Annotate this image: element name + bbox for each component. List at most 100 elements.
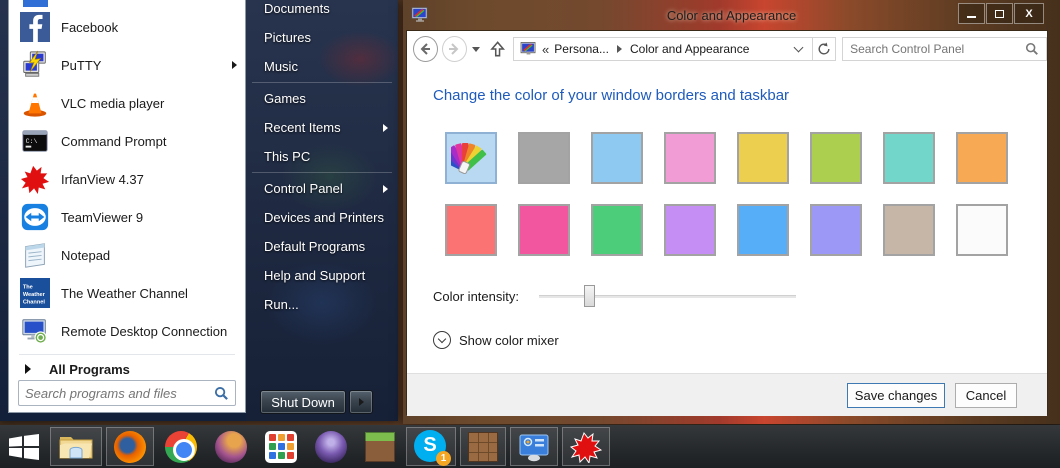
maximize-button[interactable] bbox=[986, 3, 1013, 24]
color-intensity-label: Color intensity: bbox=[433, 288, 519, 304]
start-menu-item-documents[interactable]: Documents bbox=[246, 0, 398, 23]
swatch-pink[interactable] bbox=[664, 132, 716, 184]
expander-icon[interactable] bbox=[433, 331, 451, 349]
back-button[interactable] bbox=[413, 36, 438, 62]
swatch-blue[interactable] bbox=[737, 204, 789, 256]
up-button[interactable] bbox=[490, 40, 505, 58]
places-label: Games bbox=[264, 91, 306, 106]
address-bar[interactable]: « Persona... Color and Appearance bbox=[513, 37, 814, 61]
places-label: Pictures bbox=[264, 30, 311, 45]
pale-moon-icon bbox=[215, 430, 247, 463]
start-menu-item-putty[interactable]: PuTTY bbox=[9, 46, 245, 84]
swatch-periwinkle[interactable] bbox=[810, 204, 862, 256]
taskbar-item-app-grid[interactable] bbox=[258, 427, 304, 466]
start-menu-item-default-programs[interactable]: Default Programs bbox=[246, 232, 398, 261]
firefox-icon bbox=[114, 430, 146, 463]
minimize-button[interactable] bbox=[958, 3, 985, 24]
start-menu-item-command-prompt[interactable]: C:\ Command Prompt bbox=[9, 122, 245, 160]
taskbar-item-display-settings[interactable] bbox=[510, 427, 558, 466]
start-menu-item-remote-desktop[interactable]: Remote Desktop Connection bbox=[9, 312, 245, 350]
irfanview-icon bbox=[570, 431, 602, 463]
taskbar-item-pale-moon[interactable] bbox=[208, 427, 254, 466]
start-menu-item-devices-printers[interactable]: Devices and Printers bbox=[246, 203, 398, 232]
remote-desktop-icon bbox=[19, 315, 51, 347]
swatch-orange[interactable] bbox=[956, 132, 1008, 184]
display-settings-icon bbox=[519, 434, 549, 461]
teamviewer-icon bbox=[19, 201, 51, 233]
start-menu-item-label: Notepad bbox=[61, 247, 111, 263]
start-menu-item-irfanview[interactable]: IrfanView 4.37 bbox=[9, 160, 245, 198]
grid-dot bbox=[277, 434, 285, 441]
start-menu-item-help-support[interactable]: Help and Support bbox=[246, 261, 398, 290]
save-changes-button[interactable]: Save changes bbox=[847, 383, 945, 408]
windows-logo-icon bbox=[9, 433, 39, 460]
swatch-automatic[interactable] bbox=[445, 132, 497, 184]
swatch-magenta[interactable] bbox=[518, 204, 570, 256]
minecraft-grass-icon bbox=[365, 431, 395, 462]
places-label: Run... bbox=[264, 297, 299, 312]
grid-dot bbox=[277, 443, 285, 450]
swatch-tan[interactable] bbox=[883, 204, 935, 256]
start-menu-item-label: VLC media player bbox=[61, 95, 165, 111]
start-menu-item-vlc[interactable]: VLC media player bbox=[9, 84, 245, 122]
control-panel-search-input[interactable] bbox=[850, 42, 1025, 56]
start-menu-item-pictures[interactable]: Pictures bbox=[246, 23, 398, 52]
taskbar-item-chrome[interactable] bbox=[158, 427, 204, 466]
swatch-salmon[interactable] bbox=[445, 204, 497, 256]
breadcrumb-parent[interactable]: Persona... bbox=[554, 42, 609, 56]
swatch-row-2 bbox=[445, 204, 1029, 256]
taskbar-item-crafting-table[interactable] bbox=[460, 427, 506, 466]
shut-down-button[interactable]: Shut Down bbox=[260, 390, 346, 414]
breadcrumb-overflow[interactable]: « bbox=[542, 42, 549, 57]
swatch-light-purple[interactable] bbox=[664, 204, 716, 256]
shut-down-arrow-icon bbox=[358, 398, 364, 406]
start-menu-item-games[interactable]: Games bbox=[246, 84, 398, 113]
close-button[interactable]: X bbox=[1014, 3, 1044, 24]
shut-down-options-button[interactable] bbox=[349, 390, 373, 414]
slider-thumb[interactable] bbox=[583, 285, 595, 307]
taskbar-item-minecraft[interactable] bbox=[358, 427, 402, 466]
app-grid-icon bbox=[265, 430, 297, 463]
grid-dot bbox=[286, 452, 294, 459]
start-menu-item-facebook[interactable]: Facebook bbox=[9, 8, 245, 46]
slider-track[interactable] bbox=[539, 295, 796, 298]
taskbar-item-skype[interactable]: S 1 bbox=[406, 427, 456, 466]
breadcrumb-current[interactable]: Color and Appearance bbox=[630, 42, 749, 56]
breadcrumb-separator-icon[interactable] bbox=[616, 45, 622, 53]
all-programs-item[interactable]: All Programs bbox=[9, 356, 245, 382]
start-menu-item-notepad[interactable]: Notepad bbox=[9, 236, 245, 274]
start-menu-item-run[interactable]: Run... bbox=[246, 290, 398, 319]
start-menu-item-recent-items[interactable]: Recent Items bbox=[246, 113, 398, 142]
start-menu-program-list: Facebook PuTTY VLC media player C:\ Comm… bbox=[9, 8, 245, 350]
color-intensity-slider[interactable] bbox=[539, 283, 796, 309]
svg-text:Channel: Channel bbox=[23, 299, 46, 305]
cancel-button[interactable]: Cancel bbox=[955, 383, 1017, 408]
taskbar: S 1 bbox=[0, 425, 1060, 468]
forward-button[interactable] bbox=[441, 36, 467, 62]
address-dropdown-icon[interactable] bbox=[793, 42, 804, 53]
start-menu-item-music[interactable]: Music bbox=[246, 52, 398, 81]
start-menu-item-control-panel[interactable]: Control Panel bbox=[246, 174, 398, 203]
start-button[interactable] bbox=[2, 425, 46, 468]
swatch-green-yellow[interactable] bbox=[810, 132, 862, 184]
start-search-box[interactable] bbox=[18, 380, 236, 406]
taskbar-item-file-explorer[interactable] bbox=[50, 427, 102, 466]
start-menu-item-this-pc[interactable]: This PC bbox=[246, 142, 398, 171]
control-panel-search-box[interactable] bbox=[842, 37, 1047, 61]
start-menu-item-teamviewer[interactable]: TeamViewer 9 bbox=[9, 198, 245, 236]
refresh-button[interactable] bbox=[813, 37, 837, 61]
swatch-teal[interactable] bbox=[883, 132, 935, 184]
swatch-gray[interactable] bbox=[518, 132, 570, 184]
swatch-light-blue[interactable] bbox=[591, 132, 643, 184]
swatch-green[interactable] bbox=[591, 204, 643, 256]
start-menu-item-weather-channel[interactable]: The Weather Channel The Weather Channel bbox=[9, 274, 245, 312]
taskbar-item-irfanview[interactable] bbox=[562, 427, 610, 466]
recent-pages-dropdown-icon[interactable] bbox=[471, 46, 480, 52]
start-search-input[interactable] bbox=[25, 385, 214, 401]
chrome-icon bbox=[165, 430, 197, 463]
swatch-yellow[interactable] bbox=[737, 132, 789, 184]
taskbar-item-eclipse[interactable] bbox=[308, 427, 354, 466]
swatch-white[interactable] bbox=[956, 204, 1008, 256]
taskbar-item-firefox[interactable] bbox=[106, 427, 154, 466]
show-color-mixer[interactable]: Show color mixer bbox=[433, 331, 559, 349]
